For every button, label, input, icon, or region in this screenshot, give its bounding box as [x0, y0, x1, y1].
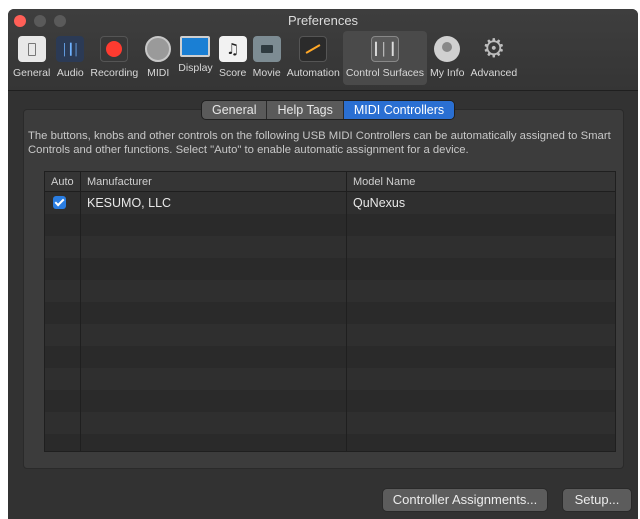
midi-icon [144, 36, 172, 62]
table-row-empty [45, 236, 615, 258]
toolbar-label: Advanced [470, 67, 518, 79]
table-row-empty [45, 258, 615, 280]
toolbar-label: Display [178, 62, 213, 74]
toolbar-label: Automation [286, 67, 340, 79]
toolbar-label: General [13, 67, 51, 79]
advanced-icon [480, 36, 508, 62]
automation-icon [299, 36, 328, 62]
manufacturer-cell: KESUMO, LLC [81, 192, 347, 214]
table-header: Auto Manufacturer Model Name [45, 172, 615, 192]
window-title: Preferences [287, 13, 359, 28]
movie-icon [252, 36, 281, 62]
auto-cell [45, 192, 81, 214]
score-icon [218, 36, 247, 62]
table-row-empty [45, 302, 615, 324]
toolbar-item-display[interactable]: Display [175, 31, 215, 85]
table-row-empty [45, 346, 615, 368]
toolbar-item-automation[interactable]: Automation [284, 31, 343, 85]
table-body: KESUMO, LLC QuNexus [45, 192, 615, 451]
toolbar-item-movie[interactable]: Movie [250, 31, 284, 85]
table-row-empty [45, 324, 615, 346]
toolbar-label: Control Surfaces [345, 67, 425, 79]
toolbar-label: Score [218, 67, 247, 79]
control-surfaces-icon [370, 36, 399, 62]
table-row-empty [45, 214, 615, 236]
table-row-empty [45, 412, 615, 434]
my-info-icon [434, 36, 461, 62]
toolbar-item-audio[interactable]: Audio [53, 31, 87, 85]
toolbar-item-score[interactable]: Score [216, 31, 250, 85]
auto-checkbox[interactable] [53, 196, 66, 209]
toolbar-item-advanced[interactable]: Advanced [467, 31, 520, 85]
model-cell: QuNexus [353, 196, 406, 210]
toolbar-item-recording[interactable]: Recording [87, 31, 141, 85]
controller-assignments-button[interactable]: Controller Assignments... [382, 488, 548, 512]
toolbar-item-midi[interactable]: MIDI [141, 31, 175, 85]
title-bar: Preferences General Audio Recording MIDI… [8, 9, 638, 91]
tab-help-tags[interactable]: Help Tags [267, 101, 344, 119]
column-header-model[interactable]: Model Name [347, 172, 615, 191]
tab-bar: General Help Tags MIDI Controllers [201, 100, 456, 120]
toolbar-label: Recording [90, 67, 139, 79]
preferences-toolbar: General Audio Recording MIDI Display Sco… [8, 31, 638, 89]
table-row-empty [45, 280, 615, 302]
toolbar-label: Movie [252, 67, 281, 79]
column-header-auto[interactable]: Auto [45, 172, 81, 191]
recording-icon [100, 36, 129, 62]
tab-general[interactable]: General [202, 101, 268, 119]
controllers-table: Auto Manufacturer Model Name KESUMO, LLC… [44, 171, 616, 452]
preferences-window: Preferences General Audio Recording MIDI… [8, 9, 638, 519]
tab-midi-controllers[interactable]: MIDI Controllers [343, 101, 455, 119]
toolbar-label: MIDI [147, 67, 170, 79]
toolbar-label: Audio [56, 67, 84, 79]
column-header-manufacturer[interactable]: Manufacturer [81, 172, 347, 191]
table-row[interactable]: KESUMO, LLC QuNexus [45, 192, 615, 214]
toolbar-item-my-info[interactable]: My Info [427, 31, 467, 85]
description-text: The buttons, knobs and other controls on… [28, 130, 611, 156]
toolbar-item-control-surfaces[interactable]: Control Surfaces [342, 31, 428, 85]
setup-button[interactable]: Setup... [562, 488, 632, 512]
table-row-empty [45, 434, 615, 451]
general-icon [17, 36, 46, 62]
table-row-empty [45, 390, 615, 412]
display-icon [180, 36, 211, 57]
audio-icon [56, 36, 85, 62]
table-row-empty [45, 368, 615, 390]
toolbar-item-general[interactable]: General [10, 31, 53, 85]
toolbar-label: My Info [430, 67, 465, 79]
